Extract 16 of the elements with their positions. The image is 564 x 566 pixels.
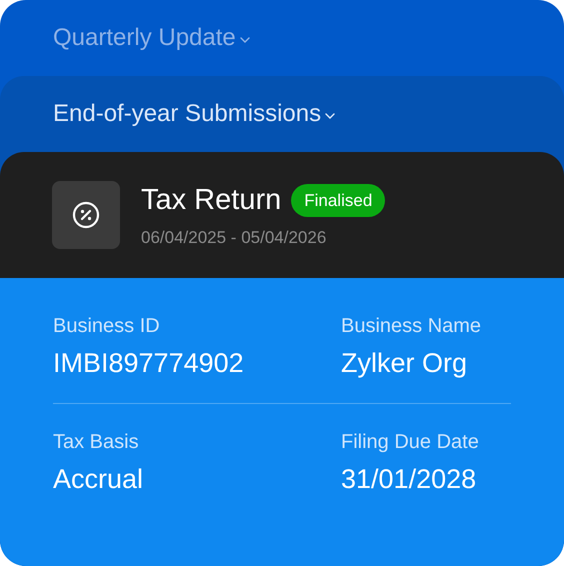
section-toggle[interactable]: End-of-year Submissions bbox=[53, 102, 336, 126]
field-label: Tax Basis bbox=[53, 432, 140, 452]
field-value: Accrual bbox=[53, 466, 144, 493]
field-value: 31/01/2028 bbox=[341, 466, 478, 493]
field-value: Zylker Org bbox=[341, 350, 468, 377]
field-value: IMBI897774902 bbox=[53, 350, 245, 377]
percent-icon bbox=[52, 181, 120, 249]
section-toggle[interactable]: Quarterly Update bbox=[53, 26, 250, 50]
field-label: Business Name bbox=[341, 316, 482, 336]
return-title: Tax Return bbox=[141, 186, 282, 215]
chevron-down-icon bbox=[325, 113, 336, 119]
chevron-down-icon bbox=[240, 37, 250, 43]
field-label: Filing Due Date bbox=[341, 432, 480, 452]
field-label: Business ID bbox=[53, 316, 161, 336]
period-text: 06/04/2025 - 05/04/2026 bbox=[141, 229, 328, 246]
status-badge: Finalised bbox=[291, 184, 386, 217]
